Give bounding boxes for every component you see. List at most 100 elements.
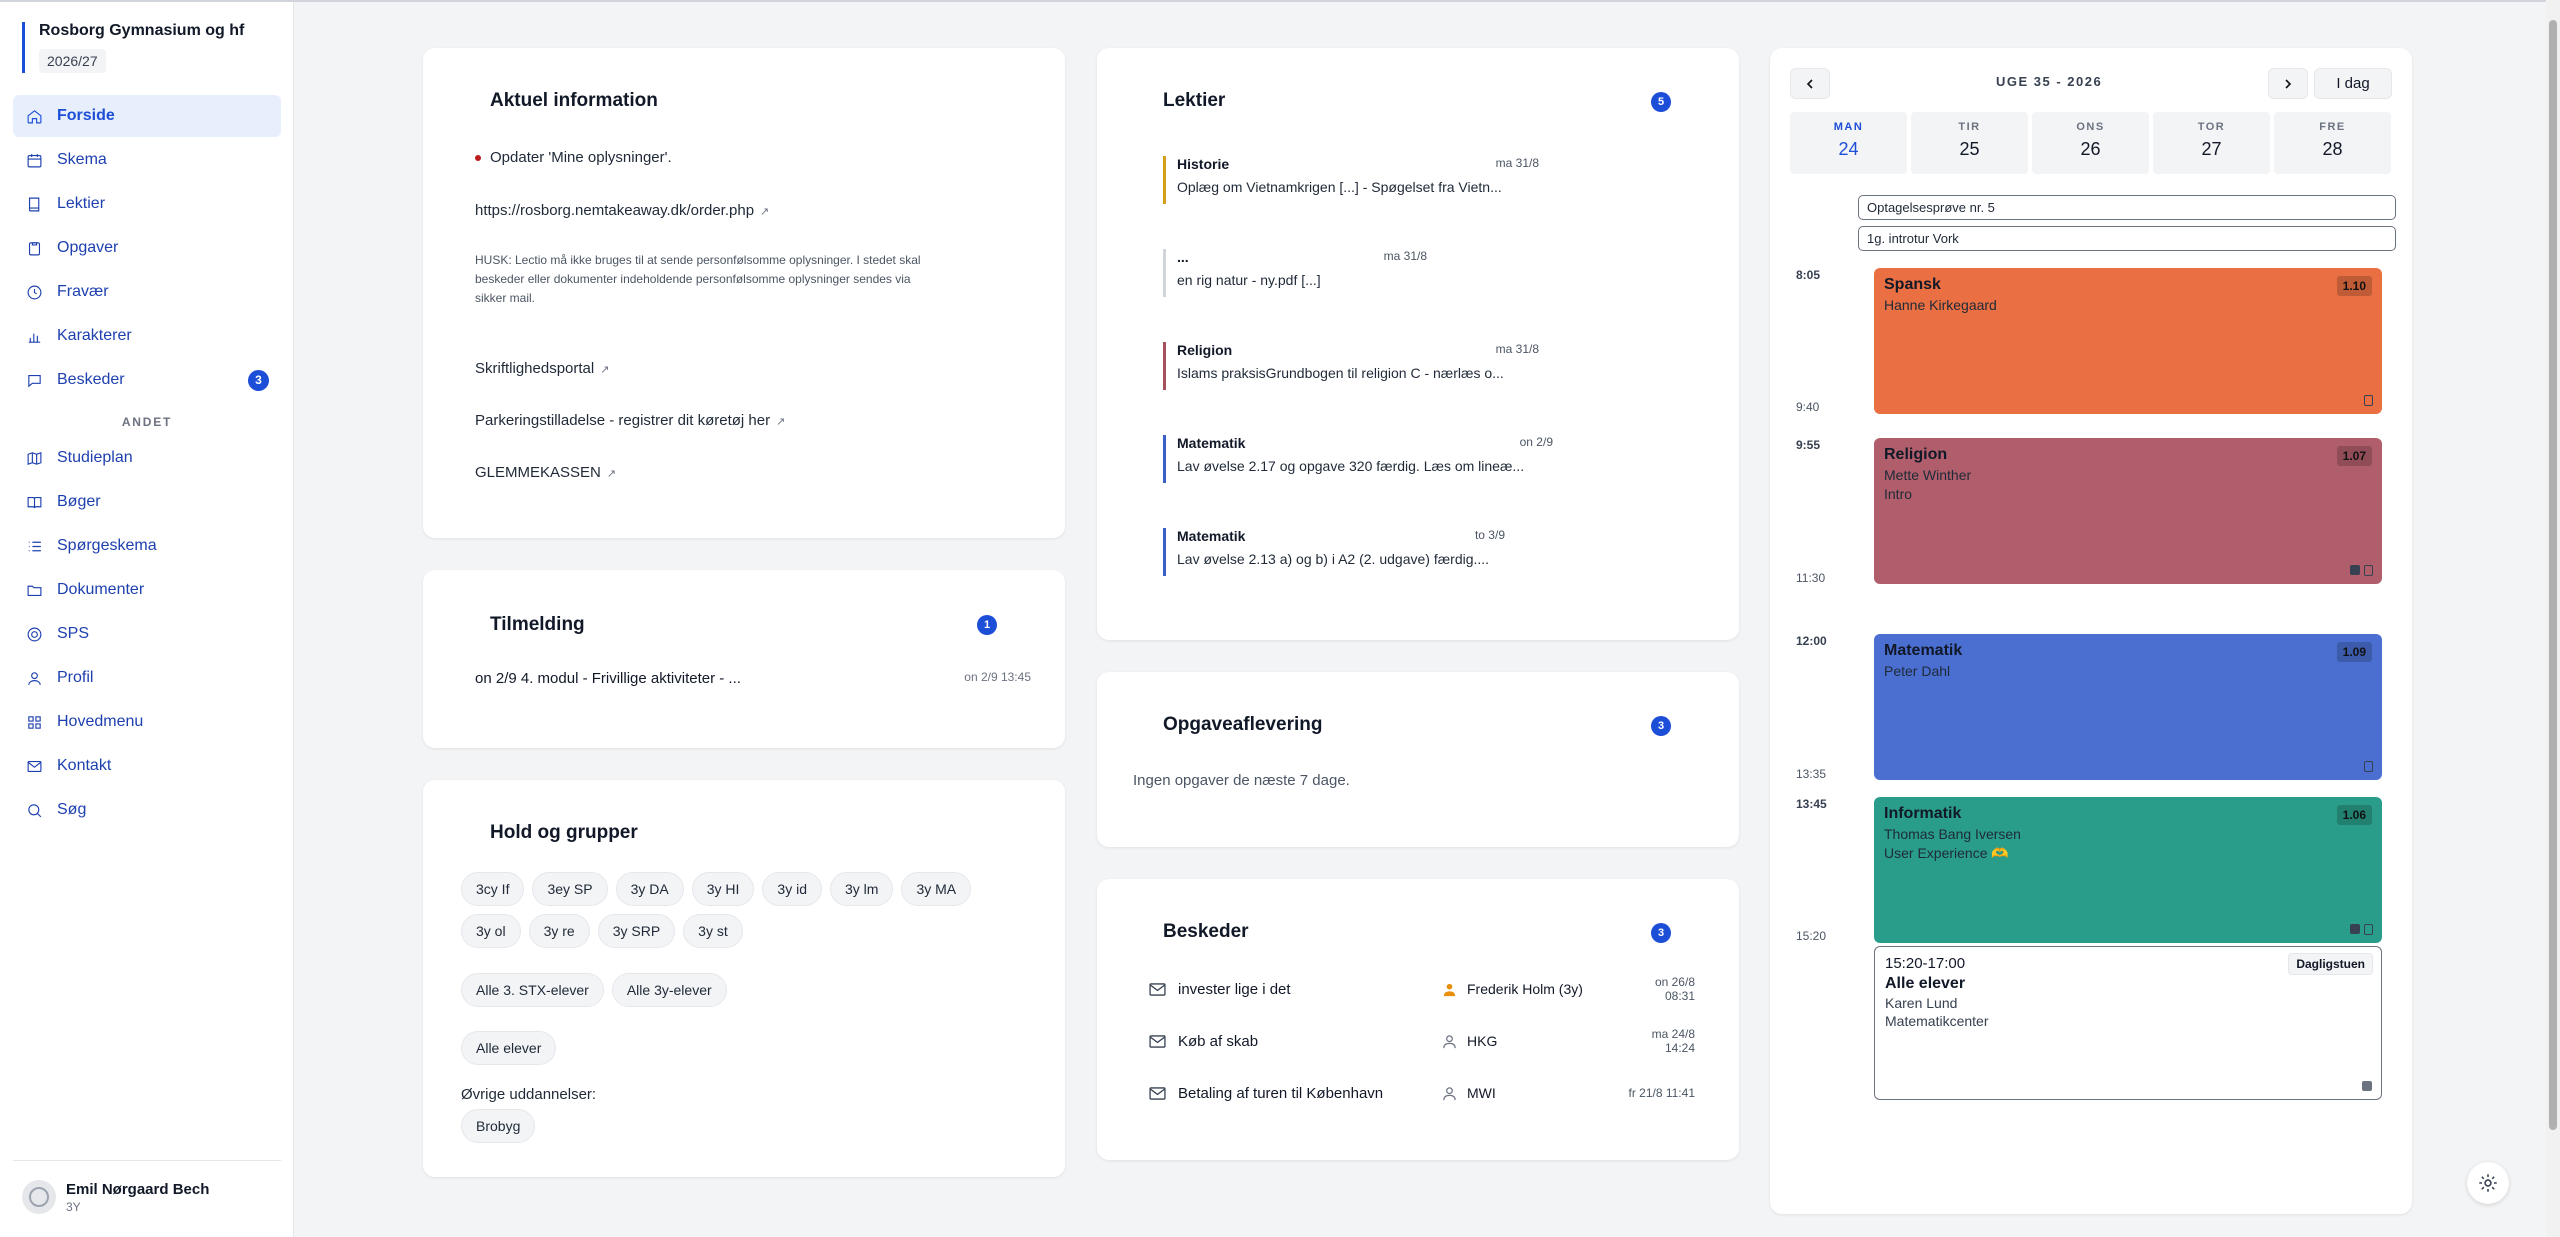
sender-name: HKG [1467,1033,1498,1049]
hw-subject: Matematik [1177,528,1246,544]
lesson-start-time: 13:45 [1796,797,1827,811]
today-button[interactable]: I dag [2314,68,2392,99]
homework-item[interactable]: ... ma 31/8 en rig natur - ny.pdf [...] [1163,249,1427,297]
nav-karakterer[interactable]: Karakterer [13,315,281,357]
hw-subject: Religion [1177,342,1233,358]
person-icon [1443,983,1456,996]
lifebuoy-icon [25,625,43,643]
room-badge: 1.09 [2336,642,2372,662]
day-column-header[interactable]: TIR 25 [1911,112,2028,174]
group-chip[interactable]: Alle 3. STX-elever [461,973,604,1007]
nav-opgaver[interactable]: Opgaver [13,227,281,269]
allday-event[interactable]: 1g. introtur Vork [1858,226,2396,251]
hold-chip[interactable]: 3y re [528,914,590,948]
tilmelding-item[interactable]: on 2/9 4. modul - Frivillige aktiviteter… [475,670,1031,687]
hold-chip[interactable]: 3y SRP [597,914,676,948]
nav-skema[interactable]: Skema [13,139,281,181]
homework-item[interactable]: Historie ma 31/8 Oplæg om Vietnamkrigen [… [1163,156,1539,204]
homework-item[interactable]: Matematik on 2/9 Lav øvelse 2.17 og opgav… [1163,435,1553,483]
nav-boger[interactable]: Bøger [13,481,281,523]
next-week-button[interactable] [2268,68,2308,99]
count-badge: 1 [977,615,997,635]
scrollbar[interactable] [2546,0,2560,1237]
hold-chip[interactable]: 3y id [762,872,822,906]
hold-chip[interactable]: 3y DA [615,872,684,906]
subject-color-bar [1163,156,1166,204]
nav-sps[interactable]: SPS [13,613,281,655]
nav-sporgeskema[interactable]: Spørgeskema [13,525,281,567]
scrollbar-thumb[interactable] [2549,20,2557,1130]
link-parkering[interactable]: Parkeringstilladelse - registrer dit kør… [475,412,785,429]
link-glemmekassen[interactable]: GLEMMEKASSEN ↗ [475,464,616,481]
homework-item[interactable]: Religion ma 31/8 Islams praksisGrundbogen… [1163,342,1539,390]
day-name: FRE [2319,121,2346,133]
prev-week-button[interactable] [1790,68,1830,99]
day-column-header[interactable]: MAN 24 [1790,112,1907,174]
hw-text: Oplæg om Vietnamkrigen [...] - Spøgelset… [1177,179,1502,195]
other-chip[interactable]: Brobyg [461,1109,536,1143]
hw-subject: Matematik [1177,435,1246,451]
lesson-religion[interactable]: Religion Mette Winther Intro 1.07 [1874,438,2382,584]
lesson-spansk[interactable]: Spansk Hanne Kirkegaard 1.10 [1874,268,2382,414]
nav-dokumenter[interactable]: Dokumenter [13,569,281,611]
lesson-note: User Experience 🫶 [1884,845,2009,861]
device-icon [2364,395,2373,406]
lesson-teacher: Mette Winther [1884,467,1972,483]
day-name: ONS [2076,121,2105,133]
nav-beskeder[interactable]: Beskeder 3 [13,359,281,401]
nav-forside[interactable]: Forside [13,95,281,137]
homework-item[interactable]: Matematik to 3/9 Lav øvelse 2.13 a) og b)… [1163,528,1505,576]
card-title: Lektier [1163,90,1226,111]
top-border [0,0,2560,2]
event-alle-elever[interactable]: 15:20-17:00 Alle elever Karen Lund Matem… [1874,946,2382,1100]
info-link[interactable]: https://rosborg.nemtakeaway.dk/order.php… [475,202,769,219]
message-date: ma 24/8 14:24 [1651,1027,1695,1055]
group-chip[interactable]: Alle 3y-elever [611,973,727,1007]
message-row[interactable]: invester lige i det Frederik Holm (3y) o… [1149,975,1695,1003]
school-name: Rosborg Gymnasium og hf [39,22,245,39]
lesson-title: Spansk [1884,276,1941,293]
hold-chip[interactable]: 3y lm [830,872,894,906]
message-sender: Frederik Holm (3y) [1442,981,1622,997]
unread-badge: 3 [248,369,269,391]
day-column-header[interactable]: TOR 27 [2153,112,2270,174]
settings-button[interactable] [2467,1162,2509,1204]
nav-profil[interactable]: Profil [13,657,281,699]
school-year-selector[interactable]: 2026/27 [39,49,106,73]
hold-chip[interactable]: 3y st [683,914,743,948]
info-update-link[interactable]: Opdater 'Mine oplysninger'. [475,149,672,166]
lesson-informatik[interactable]: Informatik Thomas Bang Iversen User Expe… [1874,797,2382,943]
day-column-header[interactable]: FRE 28 [2274,112,2391,174]
message-row[interactable]: Køb af skab HKG ma 24/8 14:24 [1149,1027,1695,1055]
hold-chip[interactable]: 3y MA [901,872,972,906]
nav-studieplan[interactable]: Studieplan [13,437,281,479]
day-column-header[interactable]: ONS 26 [2032,112,2149,174]
message-subject: invester lige i det [1178,980,1291,998]
device-icon [2364,565,2373,576]
nav-label: Dokumenter [57,581,145,598]
allday-event[interactable]: Optagelsesprøve nr. 5 [1858,195,2396,220]
hold-chip[interactable]: 3cy If [461,872,525,906]
event-place: Matematikcenter [1885,1013,1989,1029]
lesson-title: Religion [1884,446,1948,463]
lesson-matematik[interactable]: Matematik Peter Dahl 1.09 [1874,634,2382,780]
nav-kontakt[interactable]: Kontakt [13,745,281,787]
clock-icon [25,283,43,301]
message-row[interactable]: Betaling af turen til København MWI fr 2… [1149,1081,1695,1105]
chevron-right-icon [2285,78,2292,89]
day-name: TOR [2197,121,2226,133]
hold-chip[interactable]: 3ey SP [532,872,608,906]
user-profile[interactable]: Emil Nørgaard Bech 3Y [22,1180,209,1214]
group-chip[interactable]: Alle elever [461,1031,557,1065]
tilmelding-card: Tilmelding 1 on 2/9 4. modul - Frivillig… [423,570,1065,748]
hold-chip[interactable]: 3y ol [461,914,521,948]
link-skriftlighedsportal[interactable]: Skriftlighedsportal ↗ [475,360,609,377]
hw-date: on 2/9 [1519,435,1553,449]
nav-lektier[interactable]: Lektier [13,183,281,225]
device-icon [2364,924,2373,935]
hold-chip[interactable]: 3y HI [691,872,755,906]
room-badge: 1.06 [2336,805,2372,825]
nav-hovedmenu[interactable]: Hovedmenu [13,701,281,743]
nav-fravaer[interactable]: Fravær [13,271,281,313]
nav-sog[interactable]: Søg [13,789,281,831]
